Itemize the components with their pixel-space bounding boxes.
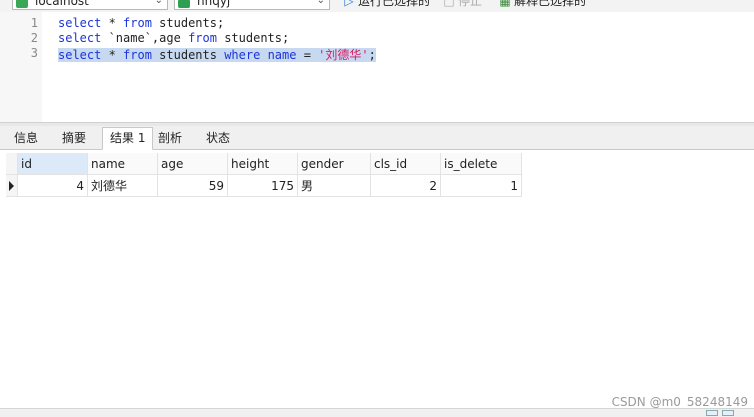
code-line-1[interactable]: select * from students; [58,16,224,30]
column-header-id[interactable]: id [18,153,88,175]
sql-text: students; [216,31,290,45]
connection-select[interactable]: localhost ⌄ [12,0,168,10]
cell-age[interactable]: 59 [158,175,228,197]
line-number-gutter: 1 2 3 [0,12,42,122]
code-text: select `name`,age from students; [58,31,289,45]
explain-icon: ▦ [499,0,511,8]
sql-keyword: select [58,31,102,45]
cell-name[interactable]: 刘德华 [88,175,158,197]
column-header-name[interactable]: name [88,153,158,175]
column-header-gender[interactable]: gender [298,153,371,175]
column-header-is-delete[interactable]: is_delete [441,153,522,175]
stop-icon: □ [443,0,455,8]
sql-keyword: select [58,48,102,62]
run-selected-label: 运行已选择的 [358,0,431,8]
watermark: CSDN @m0_58248149 [611,395,748,409]
database-select[interactable]: hhqyj ⌄ [174,0,330,10]
column-header-age[interactable]: age [158,153,228,175]
sql-keyword: name [267,48,297,62]
line-number: 3 [30,46,38,60]
stop-button[interactable]: □ 停止 [442,0,482,10]
line-number: 1 [30,16,38,30]
cell-id[interactable]: 4 [18,175,88,197]
play-icon: ▷ [344,0,354,8]
sql-string: '刘德华' [318,48,369,62]
connection-value: localhost [35,0,89,8]
result-tabs: 信息 摘要 结果 1 剖析 状态 [0,126,754,150]
sql-text: * [101,48,124,62]
cell-is-delete[interactable]: 1 [441,175,522,197]
cell-cls-id[interactable]: 2 [371,175,441,197]
explain-selected-button[interactable]: ▦ 解释已选择的 [498,0,586,10]
code-text: select * from students; [58,16,224,30]
tab-status[interactable]: 状态 [198,127,238,148]
tab-info[interactable]: 信息 [6,127,46,148]
sql-text: students; [151,16,225,30]
sql-keyword: from [123,16,152,30]
sql-keyword: select [58,16,102,30]
sql-text: `name`,age [101,31,189,45]
tab-summary[interactable]: 摘要 [54,127,94,148]
database-value: hhqyj [197,0,231,8]
sql-keyword: where [224,48,261,62]
database-icon [178,0,190,8]
explain-selected-label: 解释已选择的 [514,0,587,8]
sql-editor[interactable]: 1 2 3 select * from students; select `na… [0,12,754,122]
sql-text: ; [368,48,376,62]
line-number: 2 [30,31,38,45]
code-line-2[interactable]: select `name`,age from students; [58,31,289,45]
header-corner [6,153,18,175]
connection-icon [16,0,28,8]
sql-text: students [151,48,225,62]
grid-view-icon[interactable] [706,410,718,416]
code-line-3[interactable]: select * from students where name = '刘德华… [58,46,376,63]
sql-keyword: from [123,48,152,62]
chevron-down-icon: ⌄ [316,0,325,6]
chevron-down-icon: ⌄ [154,0,163,6]
cell-gender[interactable]: 男 [298,175,371,197]
column-header-cls-id[interactable]: cls_id [371,153,441,175]
tab-profile[interactable]: 剖析 [150,127,190,148]
tab-result-1[interactable]: 结果 1 [102,127,154,150]
code-text: select * from students where name = '刘德华… [58,48,376,62]
sql-text: = [296,48,319,62]
column-header-height[interactable]: height [228,153,298,175]
sql-text: * [101,16,124,30]
cell-height[interactable]: 175 [228,175,298,197]
form-view-icon[interactable] [722,410,734,416]
sql-keyword: from [188,31,217,45]
run-selected-button[interactable]: ▷ 运行已选择的 [342,0,430,10]
row-pointer-icon [6,175,18,197]
stop-label: 停止 [458,0,483,8]
